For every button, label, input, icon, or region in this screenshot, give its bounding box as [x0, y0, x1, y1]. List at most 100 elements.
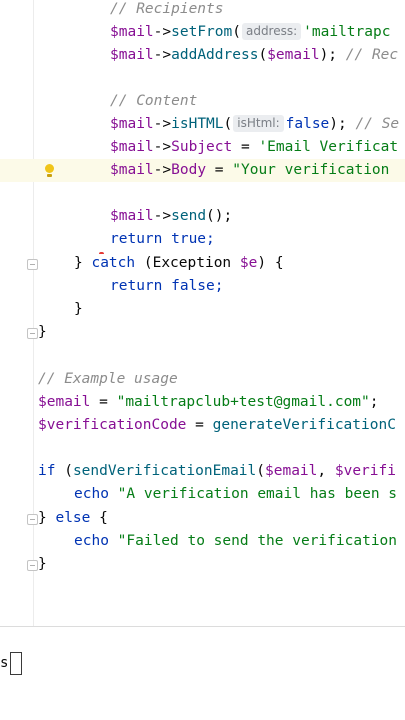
token-keyword: else	[55, 510, 91, 526]
token-var: $email	[38, 394, 91, 410]
param-hint-ishtml: isHtml:	[233, 115, 284, 132]
code-line[interactable]: return true;	[0, 228, 405, 251]
token-brace: }	[38, 556, 47, 572]
token-var: $mail	[110, 47, 154, 63]
code-line[interactable]: }	[0, 321, 405, 344]
comment-example-usage: // Example usage	[38, 371, 178, 387]
token-keyword: return	[110, 278, 163, 294]
token-comment: // Rec	[345, 47, 399, 63]
token-paren: (	[223, 116, 233, 132]
token-close: );	[319, 47, 338, 63]
code-line[interactable]: if (sendVerificationEmail($email, $verif…	[0, 460, 405, 483]
token-keyword: false	[285, 116, 330, 132]
token-arrow: ->	[153, 24, 172, 40]
token-brace: }	[38, 510, 56, 526]
code-line[interactable]: $mail->isHTML(isHtml: false); // Se	[0, 113, 405, 136]
token-operator: =	[206, 162, 233, 178]
token-arrow: ->	[153, 139, 172, 155]
fold-marker-icon[interactable]	[27, 259, 38, 270]
fold-marker-icon[interactable]	[27, 560, 38, 571]
code-line[interactable]: $email = "mailtrapclub+test@gmail.com";	[0, 391, 405, 414]
code-line[interactable]: $mail->setFrom(address:'mailtrapc	[0, 21, 405, 44]
token-keyword: if	[38, 463, 56, 479]
token-operator: =	[232, 139, 259, 155]
terminal-prompt-text: s	[0, 655, 9, 671]
token-string: 'mailtrapc	[303, 24, 391, 40]
token-string: "A verification email has been s	[108, 486, 398, 502]
code-line-current[interactable]: $mail->Body = "Your verification	[0, 159, 405, 182]
comment-content: // Content	[110, 93, 198, 109]
token-comma: ,	[317, 463, 335, 479]
code-line[interactable]: // Example usage	[0, 368, 405, 391]
token-keyword: true;	[162, 231, 215, 247]
token-var: $mail	[110, 139, 154, 155]
lightbulb-icon[interactable]	[45, 164, 54, 177]
token-property: Body	[171, 162, 207, 178]
code-line[interactable]: return false;	[0, 275, 405, 298]
token-arrow: ->	[153, 116, 172, 132]
token-var: $e	[239, 255, 258, 271]
token-paren: (	[55, 463, 73, 479]
code-line[interactable]: } catch (Exception $e) {	[0, 252, 405, 275]
token-type: (Exception	[135, 255, 240, 271]
token-keyword: catch	[91, 255, 136, 271]
code-line[interactable]: $verificationCode = generateVerification…	[0, 414, 405, 437]
token-brace: }	[74, 255, 92, 271]
fold-marker-icon[interactable]	[27, 328, 38, 339]
code-line[interactable]: $mail->send();	[0, 205, 405, 228]
terminal-panel[interactable]: s	[0, 627, 405, 720]
code-line[interactable]: echo "Failed to send the verification	[0, 530, 405, 553]
token-string: "Your verification	[232, 162, 390, 178]
token-brace: }	[38, 324, 47, 340]
token-close: ) {	[257, 255, 284, 271]
token-semicolon: ;	[369, 394, 379, 410]
token-keyword: echo	[74, 486, 109, 502]
token-function: send	[171, 208, 207, 224]
token-var: $verificationCode	[38, 417, 187, 433]
token-close: ();	[206, 208, 233, 224]
token-function: setFrom	[171, 24, 233, 40]
token-function: sendVerificationEmail	[72, 463, 257, 479]
token-string: 'Email Verificat	[258, 139, 399, 155]
token-paren: (	[258, 47, 268, 63]
fold-marker-icon[interactable]	[27, 514, 38, 525]
param-hint-address: address:	[241, 23, 302, 40]
token-keyword: false;	[162, 278, 224, 294]
warning-squiggle	[99, 252, 104, 257]
token-operator: =	[186, 417, 213, 433]
token-brace: }	[74, 301, 83, 317]
token-function: addAddress	[171, 47, 259, 63]
code-line[interactable]: }	[0, 298, 405, 321]
token-var: $mail	[110, 24, 154, 40]
token-arrow: ->	[153, 162, 172, 178]
token-var: $verifi	[334, 463, 396, 479]
token-arrow: ->	[153, 208, 172, 224]
token-var: $email	[265, 463, 318, 479]
token-arrow: ->	[153, 47, 172, 63]
code-line[interactable]: } else {	[0, 507, 405, 530]
code-line[interactable]: }	[0, 553, 405, 576]
token-keyword: return	[110, 231, 163, 247]
token-keyword: echo	[74, 533, 109, 549]
token-brace: {	[90, 510, 108, 526]
code-line[interactable]: echo "A verification email has been s	[0, 483, 405, 506]
token-comment: // Se	[355, 116, 400, 132]
token-close: );	[329, 116, 347, 132]
token-property: Subject	[171, 139, 233, 155]
code-line[interactable]: // Content	[0, 90, 405, 113]
token-var: $mail	[110, 208, 154, 224]
token-var: $mail	[110, 116, 154, 132]
token-function: isHTML	[171, 116, 224, 132]
code-editor[interactable]: // Recipients $mail->setFrom(address:'ma…	[0, 0, 405, 626]
token-paren: (	[256, 463, 265, 479]
token-string: "Failed to send the verification	[108, 533, 398, 549]
comment-recipients: // Recipients	[110, 1, 224, 17]
terminal-cursor[interactable]	[10, 652, 22, 675]
token-operator: =	[90, 394, 117, 410]
code-line[interactable]: $mail->Subject = 'Email Verificat	[0, 136, 405, 159]
code-line[interactable]: // Recipients	[0, 0, 405, 21]
code-line[interactable]: $mail->addAddress($email); // Rec	[0, 44, 405, 67]
token-string: "mailtrapclub+test@gmail.com"	[116, 394, 370, 410]
token-paren: (	[232, 24, 241, 40]
token-var: $mail	[110, 162, 154, 178]
